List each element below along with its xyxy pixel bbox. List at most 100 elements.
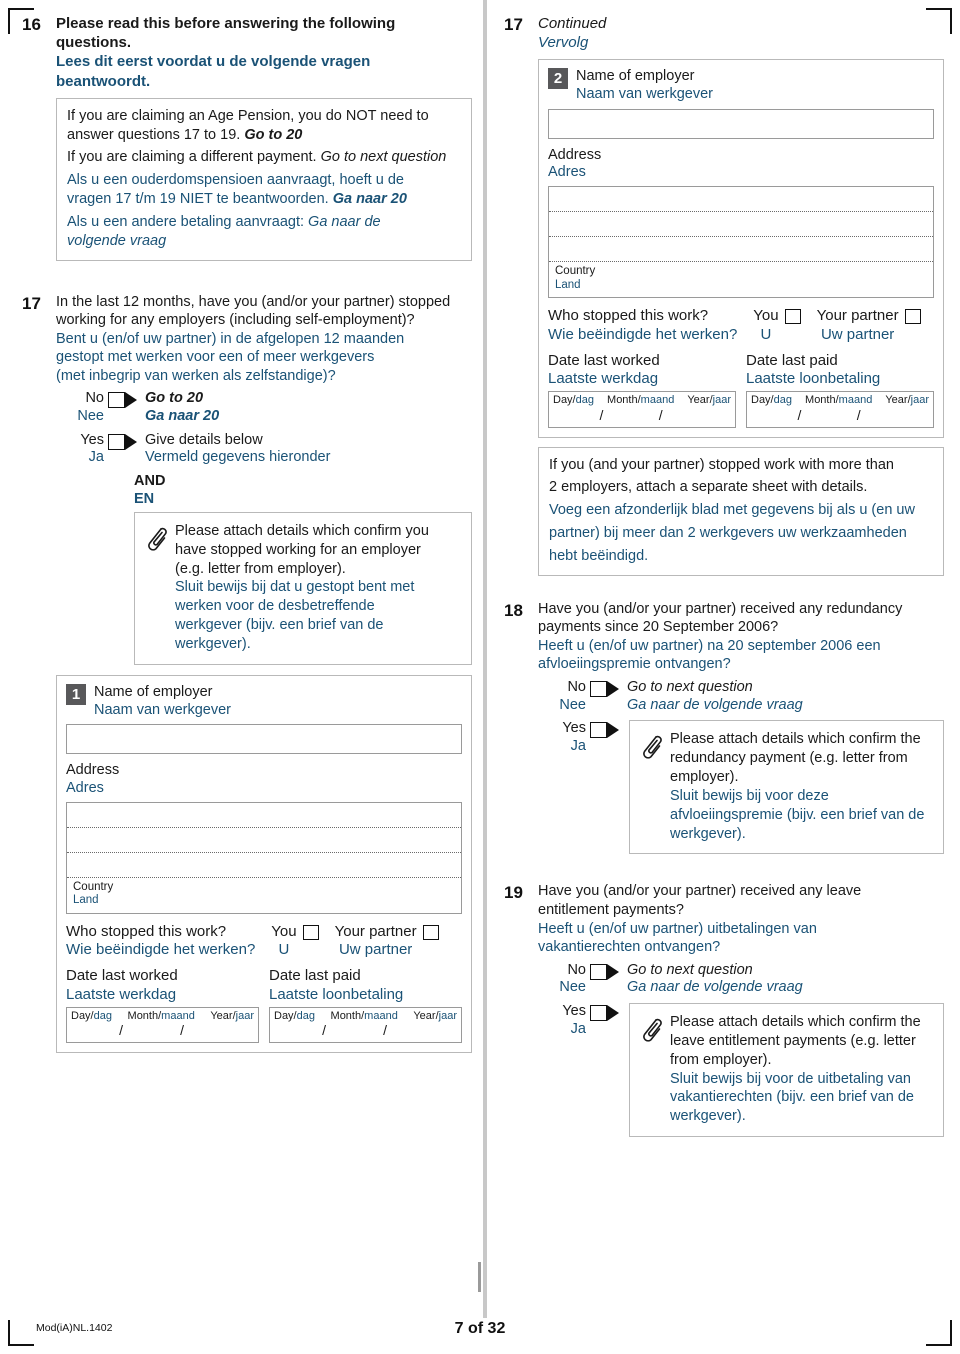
- employer-address-en: Address: [66, 762, 120, 779]
- month-header: Month/maand: [331, 1010, 398, 1023]
- q18-answers: No Nee Go to next question Ga naar de vo…: [538, 679, 944, 855]
- q18-yes-checkbox[interactable]: [590, 722, 607, 739]
- q19-yes-checkbox[interactable]: [590, 1005, 607, 1022]
- q17-nl-1: Bent u (en/of uw partner) in de afgelope…: [56, 330, 405, 347]
- employer-1-name-input[interactable]: [66, 724, 462, 755]
- q19-yes-control[interactable]: [590, 1003, 619, 1022]
- arrow-right-icon: [125, 433, 137, 450]
- employer-2-name-input[interactable]: [548, 108, 934, 139]
- q19-no-checkbox[interactable]: [590, 963, 607, 980]
- q17-attach-box: Please attach details which confirm you …: [134, 511, 472, 665]
- employer-1-address-input[interactable]: Country Land: [66, 801, 462, 914]
- address-line-3[interactable]: [67, 853, 461, 878]
- employer-address-nl: Adres: [66, 779, 104, 796]
- employer-1-partner-checkbox[interactable]: [422, 924, 439, 940]
- day-en: Day/: [71, 1009, 94, 1022]
- q17-attach-en-3: (e.g. letter from employer).: [175, 560, 346, 577]
- q18-attach-en-2: redundancy payment (e.g. letter from: [670, 750, 908, 767]
- address-line-3[interactable]: [549, 237, 933, 263]
- last-paid-en: Date last paid: [269, 967, 361, 985]
- employer-1-last-worked-input[interactable]: Day/dag Month/maand Year/jaar / / /: [66, 1006, 259, 1044]
- q17-attach-nl-4: werkgever).: [175, 635, 251, 652]
- month-nl: maand: [838, 394, 873, 407]
- q17-attach-en-2: have stopped working for an employer: [175, 541, 421, 558]
- q19-answer-no-row: No Nee Go to next question Ga naar de vo…: [538, 962, 944, 997]
- q17-en-1: In the last 12 months, have you (and/or …: [56, 293, 451, 310]
- more-employers-nl-3: hebt beëindigd.: [549, 548, 649, 564]
- q18-no-en: No: [567, 679, 586, 696]
- q18-no-nl: Nee: [559, 696, 586, 713]
- employer-2-address-label: Address Adres: [548, 147, 934, 182]
- question-19: 19 Have you (and/or your partner) receiv…: [504, 882, 944, 1139]
- question-17: 17 In the last 12 months, have you (and/…: [22, 293, 472, 1054]
- year-header: Year/jaar: [413, 1010, 457, 1023]
- q17-no-action: Go to 20 Ga naar 20: [137, 390, 472, 425]
- q19-yes-labels: Yes Ja: [538, 1003, 590, 1038]
- who-stopped-en: Who stopped this work?: [548, 307, 709, 325]
- employer-2-you-option[interactable]: You U: [753, 307, 801, 344]
- dmy-separators: / / /: [553, 407, 731, 424]
- address-line-1[interactable]: [549, 187, 933, 213]
- last-paid-nl: Laatste loonbetaling: [269, 985, 404, 1003]
- q19-attach-nl-1: Sluit bewijs bij voor de uitbetaling van: [670, 1070, 911, 1087]
- footer-divider-tick: [478, 1262, 481, 1292]
- q19-answers: No Nee Go to next question Ga naar de vo…: [538, 962, 944, 1138]
- q17-no-control[interactable]: [108, 390, 137, 409]
- q17-no-checkbox[interactable]: [108, 392, 125, 409]
- q18-attach-en-1: Please attach details which confirm the: [670, 731, 921, 748]
- month-en: Month/: [607, 394, 641, 407]
- employer-1-you-option[interactable]: You U: [271, 923, 319, 960]
- more-employers-nl-1: Voeg een afzonderlijk blad met gegevens …: [549, 502, 915, 519]
- year-header: Year/jaar: [885, 394, 929, 407]
- dmy-separators: / / /: [751, 407, 929, 424]
- question-18-number: 18: [504, 600, 523, 620]
- q16-note-nl-1b: vragen 17 t/m 19 NIET te beantwoorden.: [67, 191, 333, 208]
- q19-no-action-en: Go to next question: [627, 961, 753, 978]
- country-label-nl: Land: [555, 278, 581, 291]
- day-header: Day/dag: [553, 394, 594, 407]
- employer-1-country-field[interactable]: Country Land: [67, 878, 461, 913]
- q18-attach-nl-3: werkgever).: [670, 825, 746, 842]
- q16-note-nl-1a: Als u een ouderdomspensioen aanvraagt, h…: [67, 172, 404, 189]
- month-nl: maand: [364, 1009, 398, 1022]
- employer-1-partner-option[interactable]: Your partner Uw partner: [335, 923, 439, 960]
- employer-2-header: 2 Name of employer Naam van werkgever: [548, 68, 934, 103]
- address-line-1[interactable]: [67, 803, 461, 828]
- q19-attach-en-2: leave entitlement payments (e.g. letter: [670, 1032, 916, 1049]
- q17-yes-action: Give details below Vermeld gegevens hier…: [137, 432, 472, 467]
- employer-2-you-checkbox[interactable]: [784, 309, 801, 325]
- employer-2-country-field[interactable]: Country Land: [549, 262, 933, 297]
- employer-2-address-input[interactable]: Country Land: [548, 186, 934, 299]
- q19-answer-yes-row: Yes Ja Please attach details which confi…: [538, 1003, 944, 1138]
- q17-attach-text: Please attach details which confirm you …: [175, 522, 461, 654]
- employer-name-nl: Naam van werkgever: [576, 86, 713, 103]
- q17-yes-control[interactable]: [108, 432, 137, 450]
- dmy-headers: Day/dag Month/maand Year/jaar: [751, 394, 929, 407]
- employer-2-last-worked-input[interactable]: Day/dag Month/maand Year/jaar / / /: [548, 391, 736, 428]
- employer-2-partner-checkbox[interactable]: [904, 309, 921, 325]
- q18-attach-text: Please attach details which confirm the …: [670, 730, 933, 843]
- q18-yes-control[interactable]: [590, 720, 619, 739]
- employer-2-name-label: Name of employer Naam van werkgever: [576, 68, 713, 103]
- address-line-2[interactable]: [67, 828, 461, 853]
- employer-1-you-checkbox[interactable]: [302, 924, 319, 940]
- last-paid-en: Date last paid: [746, 351, 838, 369]
- q17-attach-nl-3: werkgever (bijv. een brief van de: [175, 617, 384, 634]
- q18-no-control[interactable]: [590, 679, 619, 698]
- q17-more-employers-box: If you (and your partner) stopped work w…: [538, 446, 944, 576]
- employer-1-header: 1 Name of employer Naam van werkgever: [66, 683, 462, 719]
- q17-yes-checkbox[interactable]: [108, 433, 125, 450]
- q17-no-action-nl: Ga naar 20: [145, 408, 220, 425]
- employer-2-partner-option[interactable]: Your partner Uw partner: [817, 307, 921, 344]
- slash-3: /: [193, 1023, 254, 1039]
- q19-no-control[interactable]: [590, 962, 619, 980]
- employer-2-last-paid-input[interactable]: Day/dag Month/maand Year/jaar / / /: [746, 391, 934, 428]
- address-line-2[interactable]: [549, 212, 933, 238]
- who-stopped-question: Who stopped this work? Wie beëindigde he…: [66, 923, 255, 960]
- q17-and-en: AND: [134, 473, 166, 490]
- question-18: 18 Have you (and/or your partner) receiv…: [504, 600, 944, 857]
- q18-no-checkbox[interactable]: [590, 681, 607, 698]
- q17-nl-3: (met inbegrip van werken als zelfstandig…: [56, 367, 336, 384]
- employer-name-en: Name of employer: [94, 683, 213, 700]
- employer-1-last-paid-input[interactable]: Day/dag Month/maand Year/jaar / / /: [269, 1006, 462, 1044]
